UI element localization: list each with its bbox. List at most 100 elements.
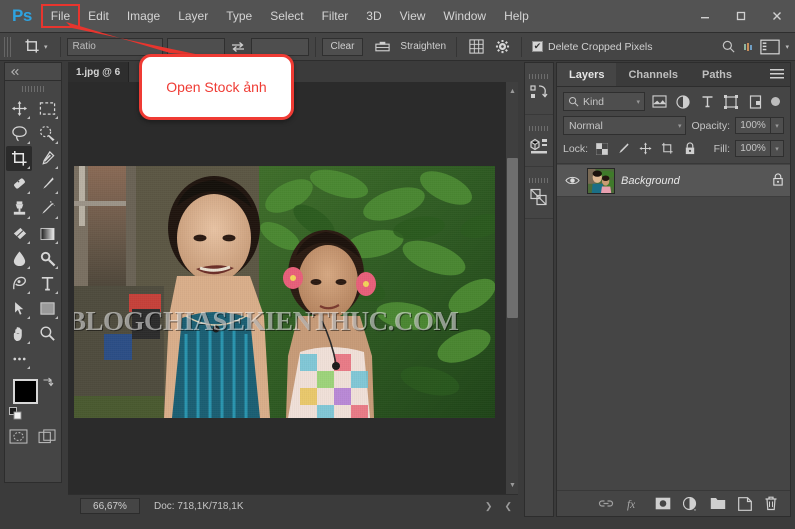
menu-layer[interactable]: Layer [169,5,217,27]
tool-preset-picker[interactable]: ▾ [18,38,54,55]
fill-slider-caret[interactable]: ▾ [771,140,784,157]
pen-tool[interactable] [6,271,32,296]
new-group-icon[interactable] [710,497,726,510]
default-colors-icon[interactable] [9,407,22,423]
spot-healing-brush-tool[interactable] [6,171,32,196]
menu-type[interactable]: Type [217,5,261,27]
eyedropper-tool[interactable] [34,146,60,171]
adjustment-layer-filter-icon[interactable] [673,92,693,111]
history-panel-icon[interactable] [525,63,553,115]
menu-help[interactable]: Help [495,5,538,27]
lock-position-icon[interactable] [637,140,654,157]
path-selection-tool[interactable] [6,296,32,321]
pixel-layer-filter-icon[interactable] [649,92,669,111]
blend-mode-select[interactable]: Normal ▾ [563,116,687,135]
grid-overlay-icon[interactable] [463,38,490,55]
workspace-caret-icon[interactable]: ▾ [785,43,795,51]
rectangular-marquee-tool[interactable] [34,96,60,121]
image-canvas[interactable]: BLOGCHIASEKIENTHUC.COM [74,166,495,418]
crop-height-input[interactable] [250,37,309,56]
hand-tool[interactable] [6,321,32,346]
vertical-scroll-thumb[interactable] [507,158,518,318]
layer-list[interactable]: Background [557,164,790,490]
layer-kind-select[interactable]: Kind ▾ [563,92,645,111]
brush-tool[interactable] [34,171,60,196]
edit-toolbar-ellipsis[interactable] [6,346,32,371]
close-button[interactable] [759,0,795,33]
smart-object-filter-icon[interactable] [745,92,765,111]
clear-button[interactable]: Clear [321,37,364,56]
move-tool[interactable] [6,96,32,121]
menu-image[interactable]: Image [118,5,169,27]
crop-width-input[interactable] [166,37,225,56]
menu-file[interactable]: File [40,4,81,28]
hscroll-left-icon[interactable]: ❮ [498,501,518,512]
new-adjustment-layer-icon[interactable] [683,496,698,511]
horizontal-type-tool[interactable] [34,271,60,296]
zoom-level-input[interactable]: 66,67% [80,498,140,514]
quick-selection-tool[interactable] [34,121,60,146]
tab-paths[interactable]: Paths [690,63,744,86]
options-bar-grip[interactable] [4,36,13,57]
layer-name-label[interactable]: Background [621,175,766,187]
gradient-tool[interactable] [34,221,60,246]
blur-tool[interactable] [6,246,32,271]
status-expand-icon[interactable]: ❯ [479,501,499,512]
filter-toggle-icon[interactable] [771,97,780,106]
eraser-tool[interactable] [6,221,32,246]
shape-layer-filter-icon[interactable] [721,92,741,111]
minimize-button[interactable] [687,0,723,33]
history-brush-tool[interactable] [34,196,60,221]
opacity-input[interactable]: 100% [735,117,771,134]
tab-layers[interactable]: Layers [557,63,617,86]
zoom-tool[interactable] [34,321,60,346]
menu-edit[interactable]: Edit [79,5,118,27]
lock-image-pixels-icon[interactable] [615,140,632,157]
add-layer-mask-icon[interactable] [655,497,671,510]
gear-icon[interactable] [490,39,515,54]
opacity-slider-caret[interactable]: ▾ [771,117,784,134]
canvas[interactable]: BLOGCHIASEKIENTHUC.COM [68,82,518,494]
menu-view[interactable]: View [391,5,435,27]
straighten-button[interactable]: Straighten [396,38,450,56]
crop-ratio-select[interactable]: Ratio [66,37,163,56]
layer-style-fx-icon[interactable]: fx [626,497,643,511]
document-tab[interactable]: 1.jpg @ 6 [68,62,130,82]
menu-filter[interactable]: Filter [313,5,358,27]
panel-menu-icon[interactable] [770,69,784,80]
lock-all-icon[interactable] [681,140,698,157]
lock-transparent-pixels-icon[interactable] [593,140,610,157]
maximize-button[interactable] [723,0,759,33]
foreground-color-swatch[interactable] [13,379,38,404]
lock-artboard-icon[interactable] [659,140,676,157]
lasso-tool[interactable] [6,121,32,146]
clone-stamp-tool[interactable] [6,196,32,221]
toolbar-collapse-button[interactable] [4,62,62,80]
screen-mode-icon[interactable] [38,429,57,447]
link-layers-icon[interactable] [598,498,614,509]
search-icon[interactable] [716,39,741,54]
scroll-down-icon[interactable]: ▼ [506,478,519,492]
layer-visibility-icon[interactable] [563,175,581,186]
menu-window[interactable]: Window [434,5,495,27]
table-row[interactable]: Background [557,165,790,197]
dodge-tool[interactable] [34,246,60,271]
workspace-switcher-icon[interactable] [755,39,785,55]
quick-mask-icon[interactable] [9,429,28,447]
crop-tool[interactable] [6,146,32,171]
menu-select[interactable]: Select [261,5,312,27]
3d-panel-icon[interactable] [525,115,553,167]
delete-layer-icon[interactable] [764,496,778,511]
straighten-icon[interactable] [369,40,396,54]
delete-cropped-pixels-checkbox[interactable]: ✔ Delete Cropped Pixels [528,41,656,53]
swap-arrows-icon[interactable] [225,40,251,54]
rectangle-shape-tool[interactable] [34,296,60,321]
menu-3d[interactable]: 3D [357,5,390,27]
scroll-up-icon[interactable]: ▲ [506,84,519,98]
swap-colors-icon[interactable] [42,377,54,391]
layer-thumbnail[interactable] [587,167,615,194]
fill-input[interactable]: 100% [735,140,771,157]
new-layer-icon[interactable] [738,496,752,511]
layer-comps-panel-icon[interactable] [525,167,553,219]
tab-channels[interactable]: Channels [616,63,690,86]
